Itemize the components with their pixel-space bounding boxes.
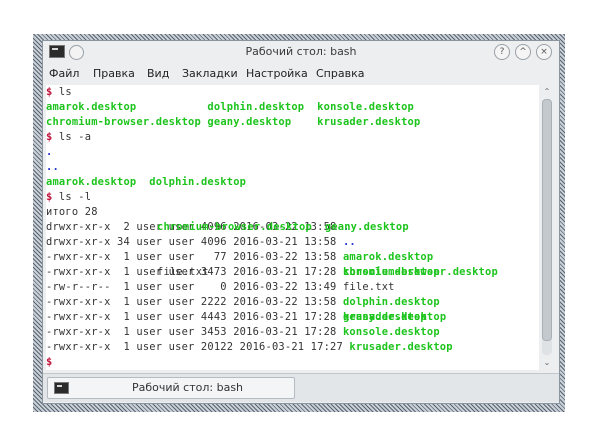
- terminal-line: $ ls: [46, 85, 498, 100]
- terminal-line: $ ls -a: [46, 130, 498, 145]
- minimize-button[interactable]: ^: [515, 44, 531, 60]
- ls-a-columns: chromium-browser.desktop geany.desktop f…: [157, 190, 446, 355]
- terminal-text: dolphin.desktop: [207, 101, 318, 113]
- terminal-text: geany.desktop: [207, 116, 318, 128]
- menu-view[interactable]: Вид: [147, 67, 169, 80]
- terminal-text: krusader.desktop: [343, 311, 447, 323]
- terminal-text: dolphin.desktop: [149, 176, 247, 188]
- tab-bash[interactable]: Рабочий стол: bash: [47, 377, 295, 399]
- terminal-text: итого 28: [46, 206, 98, 218]
- terminal-text: .: [46, 146, 53, 158]
- menu-bookmarks[interactable]: Закладки: [182, 67, 238, 80]
- terminal-text: $: [46, 131, 59, 143]
- terminal-text: chromium-browser.desktop: [157, 221, 325, 233]
- terminal-text: $: [46, 356, 59, 368]
- terminal-text: krusader.desktop: [317, 116, 421, 128]
- terminal-text: konsole.desktop: [343, 266, 440, 278]
- menu-settings[interactable]: Настройка: [246, 67, 308, 80]
- terminal-text: ls -l: [58, 191, 92, 203]
- menu-edit[interactable]: Правка: [93, 67, 135, 80]
- vertical-scrollbar[interactable]: ⌃ ⌄: [540, 85, 554, 370]
- title-bar[interactable]: Рабочий стол: bash ? ^ ×: [43, 41, 559, 63]
- konsole-window: Рабочий стол: bash ? ^ × Файл Правка Вид…: [42, 40, 560, 404]
- tab-bar: Рабочий стол: bash: [43, 373, 559, 402]
- terminal-line: amarok.desktop dolphin.desktop: [46, 175, 498, 190]
- menu-help[interactable]: Справка: [316, 67, 364, 80]
- terminal-text: file.txt: [157, 266, 209, 278]
- terminal-line: chromium-browser.desktop geany.desktop k…: [46, 115, 498, 130]
- menu-file[interactable]: Файл: [49, 67, 79, 80]
- scroll-down-icon[interactable]: ⌄: [541, 358, 553, 368]
- close-button[interactable]: ×: [536, 44, 552, 60]
- scroll-thumb[interactable]: [542, 99, 552, 341]
- terminal-text: ls -a: [58, 131, 92, 143]
- terminal-tab-icon: [54, 382, 69, 394]
- terminal-line: .: [46, 145, 498, 160]
- menu-bar: Файл Правка Вид Закладки Настройка Справ…: [43, 63, 559, 83]
- help-button[interactable]: ?: [494, 44, 510, 60]
- terminal-text: ..: [46, 161, 169, 173]
- terminal-text: ls: [58, 86, 72, 98]
- terminal-output[interactable]: $ ls amarok.desktop dolphin.desktop konso…: [46, 85, 539, 370]
- scroll-up-icon[interactable]: ⌃: [541, 87, 553, 97]
- terminal-text: geany.desktop: [324, 221, 409, 233]
- terminal-text: amarok.desktop: [46, 176, 150, 188]
- scroll-track[interactable]: [542, 99, 552, 355]
- terminal-line: $: [46, 355, 498, 370]
- terminal-text: konsole.desktop: [317, 101, 414, 113]
- terminal-line: ..: [46, 160, 498, 175]
- terminal-text: $: [46, 191, 59, 203]
- terminal-text: chromium-browser.desktop: [46, 116, 208, 128]
- terminal-text: amarok.desktop: [46, 101, 208, 113]
- tab-label: Рабочий стол: bash: [132, 381, 244, 394]
- terminal-line: amarok.desktop dolphin.desktop konsole.d…: [46, 100, 498, 115]
- terminal-text: $: [46, 86, 59, 98]
- window-title: Рабочий стол: bash: [245, 45, 357, 58]
